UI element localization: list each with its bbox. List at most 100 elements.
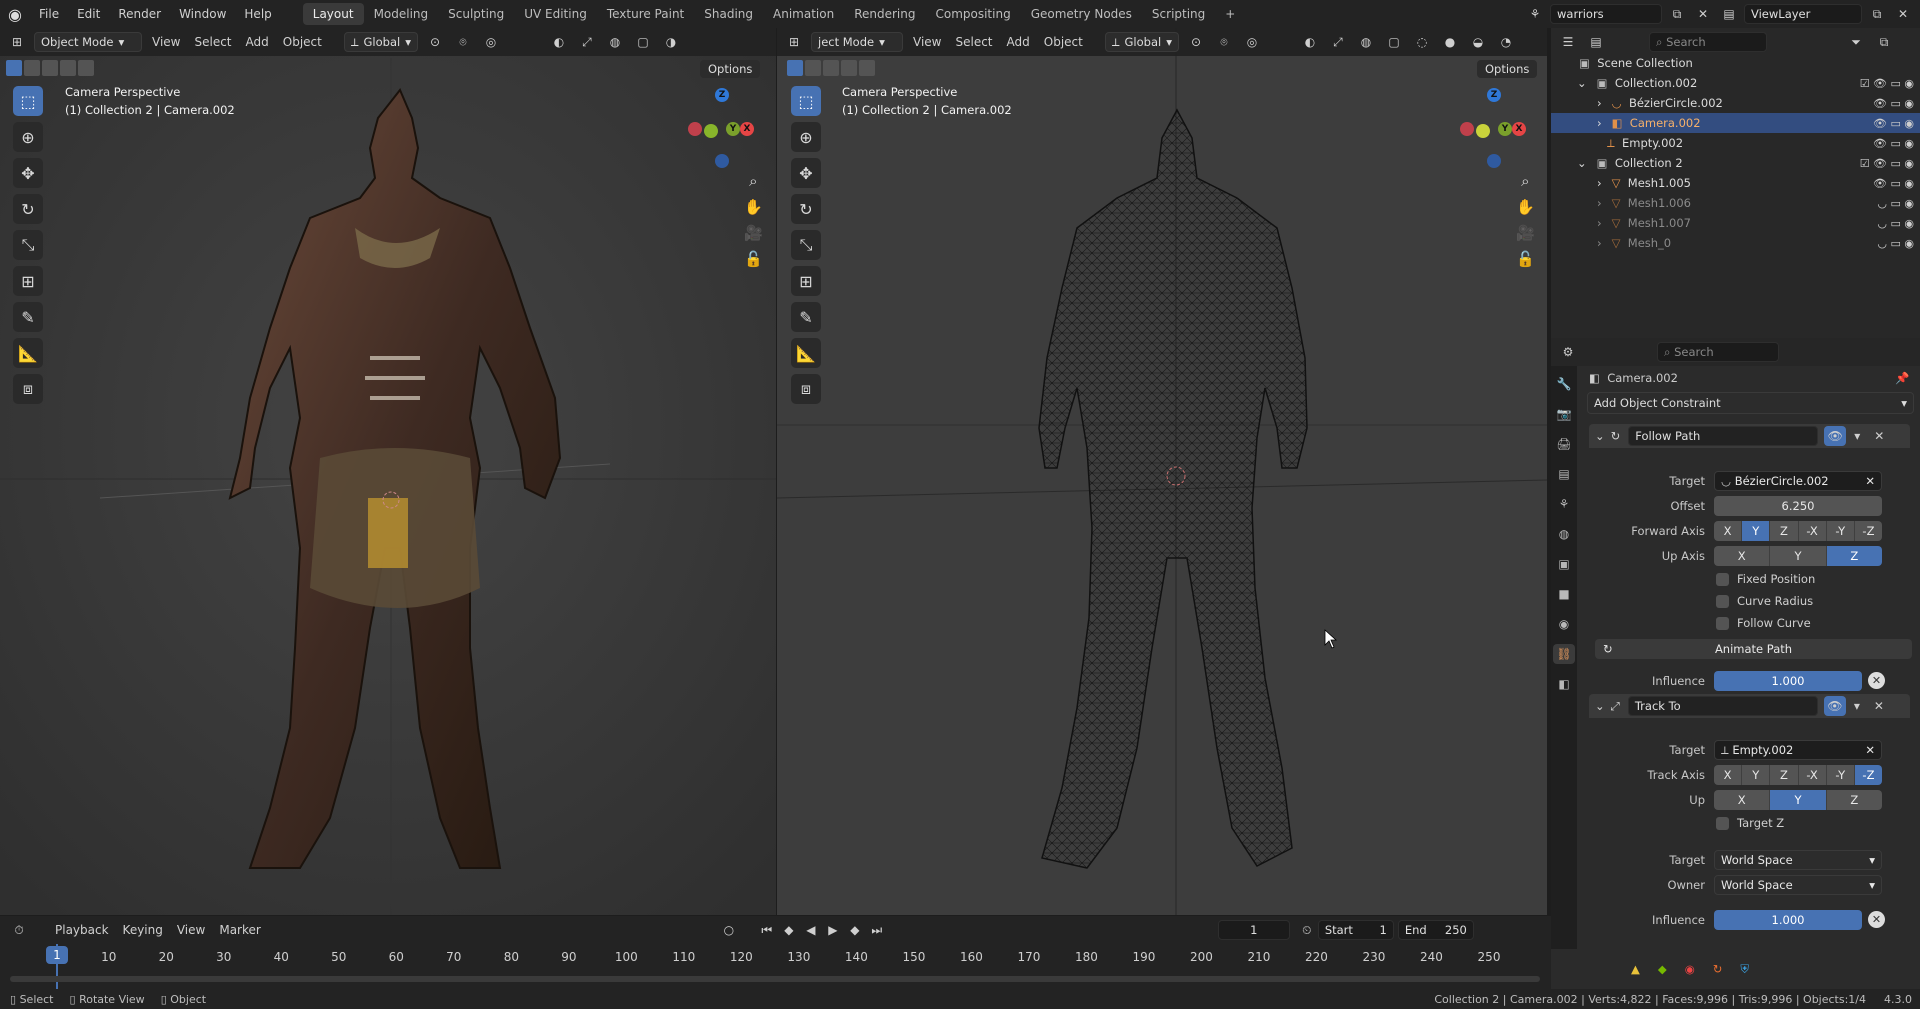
menu-add[interactable]: Add <box>242 35 273 49</box>
axis-x[interactable]: X <box>1714 765 1743 785</box>
menu-marker[interactable]: Marker <box>212 923 267 937</box>
follow-path-header[interactable]: ⌄ ↻ Follow Path 👁 ▾ ✕ <box>1589 424 1910 448</box>
up-axis-selector[interactable]: X Y Z <box>1714 546 1882 566</box>
add-constraint-dropdown[interactable]: Add Object Constraint ▾ <box>1587 392 1914 414</box>
record-icon[interactable]: ○ <box>718 920 740 940</box>
axis-y[interactable]: Y <box>1742 521 1771 541</box>
chevron-right-icon[interactable]: › <box>1597 196 1602 210</box>
delete-scene-icon[interactable]: ✕ <box>1692 4 1714 24</box>
gizmo-toggle-icon[interactable]: ⤢ <box>1327 32 1349 52</box>
axis-neg-z[interactable]: -Z <box>1854 765 1882 785</box>
menu-render[interactable]: Render <box>109 0 170 28</box>
tab-rendering[interactable]: Rendering <box>844 3 925 25</box>
neg-z-axis-icon[interactable] <box>715 154 729 168</box>
select-extend-icon[interactable] <box>805 60 821 76</box>
display-mode-icon[interactable]: ▤ <box>1585 32 1607 52</box>
outliner-row[interactable]: ▣ Scene Collection <box>1551 53 1920 73</box>
editor-type-icon[interactable]: ⏱ <box>8 920 30 940</box>
prev-keyframe-icon[interactable]: ◆ <box>778 920 800 940</box>
chevron-down-icon[interactable]: ⌄ <box>1595 429 1605 443</box>
delete-view-layer-icon[interactable]: ✕ <box>1892 4 1914 24</box>
axis-z[interactable]: Z <box>1770 521 1799 541</box>
chevron-down-icon[interactable]: ⌄ <box>1595 699 1605 713</box>
current-frame-field[interactable]: 1 <box>1217 920 1290 940</box>
rendered-shading-icon[interactable]: ◔ <box>1495 32 1517 52</box>
influence-slider[interactable]: 1.000 <box>1714 671 1862 691</box>
zoom-icon[interactable]: ⌕ <box>1521 172 1529 190</box>
select-subtract-icon[interactable] <box>42 60 58 76</box>
next-keyframe-icon[interactable]: ◆ <box>844 920 866 940</box>
outliner-row[interactable]: › ▽ Mesh1.005 👁 ▭ ◉ <box>1551 173 1920 193</box>
xray-icon[interactable]: ▢ <box>632 32 654 52</box>
up-axis-selector[interactable]: X Y Z <box>1714 790 1882 810</box>
offset-field[interactable]: 6.250 <box>1714 496 1882 516</box>
track-axis-selector[interactable]: X Y Z -X -Y -Z <box>1714 765 1882 785</box>
disable-keep-icon[interactable]: ✕ <box>1868 911 1885 928</box>
navigation-gizmo[interactable]: Z Y X <box>1460 88 1526 168</box>
checkbox-icon[interactable] <box>1716 594 1729 608</box>
chrome-icon[interactable]: ◉ <box>1685 962 1695 976</box>
outliner-row-selected[interactable]: › ◧ Camera.002 👁 ▭ ◉ <box>1551 113 1920 133</box>
menu-keying[interactable]: Keying <box>116 923 170 937</box>
blender-logo-icon[interactable]: ◉ <box>0 0 30 28</box>
solid-shading-icon[interactable]: ● <box>1439 32 1461 52</box>
start-frame-field[interactable]: Start 1 <box>1317 920 1394 940</box>
add-cube-icon[interactable]: ⧈ <box>13 374 43 404</box>
neg-x-axis-icon[interactable] <box>1460 122 1474 136</box>
axis-y[interactable]: Y <box>1770 546 1827 566</box>
mode-dropdown[interactable]: Object Mode ▾ <box>34 32 142 52</box>
select-intersect-icon[interactable] <box>859 60 875 76</box>
checkbox-icon[interactable] <box>1716 616 1729 630</box>
axis-z[interactable]: Z <box>1826 546 1882 566</box>
menu-edit[interactable]: Edit <box>68 0 109 28</box>
snap-icon[interactable]: ⌾ <box>452 32 474 52</box>
visibility-toggles[interactable]: 👁 ▭ ◉ <box>1873 97 1914 110</box>
transform-icon[interactable]: ⊞ <box>791 266 821 296</box>
neg-y-axis-icon[interactable] <box>704 124 718 138</box>
eye-icon[interactable]: 👁 <box>1824 426 1847 446</box>
lock-icon[interactable]: 🔓 <box>1516 250 1535 268</box>
drive-icon[interactable]: ▲ <box>1631 962 1640 976</box>
camera-view-icon[interactable]: 🎥 <box>744 224 763 242</box>
annotate-icon[interactable]: ✎ <box>791 302 821 332</box>
clear-icon[interactable]: ✕ <box>1865 474 1881 488</box>
visibility-toggles[interactable]: 👁 ▭ ◉ <box>1873 177 1914 190</box>
tab-geometry-nodes[interactable]: Geometry Nodes <box>1021 3 1142 25</box>
camera-view-icon[interactable]: 🎥 <box>1516 224 1535 242</box>
output-tab-icon[interactable]: 🖨 <box>1553 434 1575 454</box>
proportional-edit-icon[interactable]: ◎ <box>480 32 502 52</box>
target-field[interactable]: ⟂ Empty.002 ✕ <box>1714 740 1882 760</box>
select-subtract-icon[interactable] <box>823 60 839 76</box>
neg-z-axis-icon[interactable] <box>1487 154 1501 168</box>
chevron-right-icon[interactable]: › <box>1597 176 1602 190</box>
tab-texture-paint[interactable]: Texture Paint <box>597 3 694 25</box>
chevron-right-icon[interactable]: › <box>1597 216 1602 230</box>
target-space-dropdown[interactable]: World Space ▾ <box>1714 850 1882 870</box>
menu-playback[interactable]: Playback <box>48 923 116 937</box>
close-icon[interactable]: ✕ <box>1868 696 1890 716</box>
axis-neg-x[interactable]: -X <box>1798 765 1827 785</box>
pin-icon[interactable]: 📌 <box>1895 371 1909 385</box>
outliner-row[interactable]: › ▽ Mesh_0 ◡ ▭ ◉ <box>1551 233 1920 253</box>
select-invert-icon[interactable] <box>60 60 76 76</box>
menu-select[interactable]: Select <box>190 35 235 49</box>
visibility-toggles[interactable]: ◡ ▭ ◉ <box>1877 217 1914 230</box>
visibility-toggles[interactable]: 👁 ▭ ◉ <box>1873 117 1914 130</box>
render-tab-icon[interactable]: 📷 <box>1553 404 1575 424</box>
filter-icon[interactable]: ⏷ <box>1845 32 1867 52</box>
scale-icon[interactable]: ⤡ <box>791 230 821 260</box>
axis-z[interactable]: Z <box>1826 790 1882 810</box>
x-axis-icon[interactable]: X <box>740 122 754 136</box>
options-button[interactable]: Options <box>1477 60 1538 78</box>
y-axis-icon[interactable]: Y <box>1498 122 1512 136</box>
options-button[interactable]: Options <box>700 60 761 78</box>
add-cube-icon[interactable]: ⧈ <box>791 374 821 404</box>
visibility-toggles[interactable]: ☑ 👁 ▭ ◉ <box>1860 157 1914 170</box>
nvidia-icon[interactable]: ◆ <box>1658 962 1667 976</box>
chevron-down-icon[interactable]: ⌄ <box>1577 76 1587 90</box>
select-invert-icon[interactable] <box>841 60 857 76</box>
mode-dropdown[interactable]: ject Mode ▾ <box>811 32 903 52</box>
outliner-row[interactable]: ⟂ Empty.002 👁 ▭ ◉ <box>1551 133 1920 153</box>
axis-z[interactable]: Z <box>1770 765 1799 785</box>
forward-axis-selector[interactable]: X Y Z -X -Y -Z <box>1714 521 1882 541</box>
